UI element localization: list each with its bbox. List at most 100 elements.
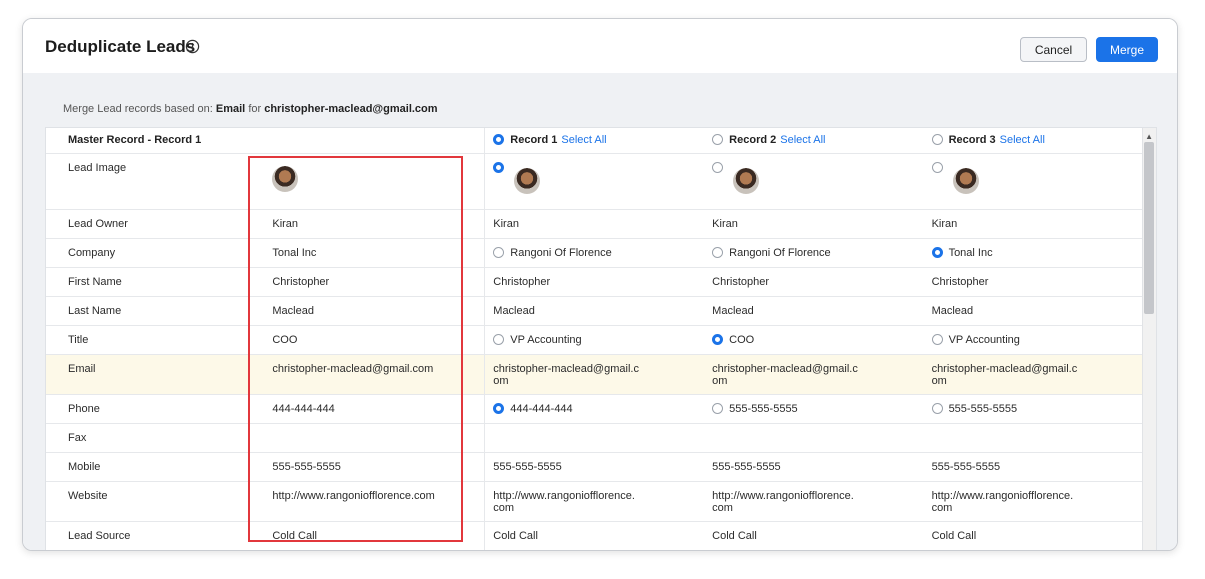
record-1-value: Kiran (484, 209, 705, 239)
record-value-text: 555-555-5555 (493, 460, 562, 473)
record-value-text: COO (729, 333, 755, 346)
cancel-button[interactable]: Cancel (1020, 37, 1087, 62)
scroll-thumb[interactable] (1144, 142, 1154, 314)
record-3-value[interactable]: Tonal Inc (923, 238, 1143, 268)
table-row: Mobile 555-555-5555 555-555-5555 555-555-55… (46, 452, 1143, 482)
table-row: Last Name Maclead Maclead Maclead Maclead (46, 296, 1143, 326)
field-label: Lead Owner (46, 209, 247, 239)
record-value-text: 555-555-5555 (712, 460, 781, 473)
master-value: http://www.rangoniofflorence.com (246, 481, 485, 522)
merge-criteria: Merge Lead records based on: Email for c… (63, 103, 438, 115)
record-2-value[interactable]: 555-555-5555 (704, 394, 924, 424)
deduplicate-dialog: Deduplicate Leads Cancel Merge Merge Lea… (22, 18, 1178, 551)
record-value-text: Rangoni Of Florence (729, 246, 831, 259)
record-value-text: Kiran (931, 217, 958, 230)
record-3-value: Cold Call (923, 521, 1143, 550)
record-1-value-radio[interactable] (493, 402, 505, 414)
record-2-value[interactable] (704, 153, 924, 210)
record-3-value: Kiran (923, 209, 1143, 239)
merge-button[interactable]: Merge (1096, 37, 1158, 62)
record-1-value-radio[interactable] (493, 333, 505, 345)
record-2-value-radio[interactable] (712, 333, 724, 345)
record-value-text: Maclead (712, 304, 754, 317)
record-3-radio[interactable] (931, 134, 943, 145)
record-3-label: Record 3 (948, 134, 996, 146)
record-1-image-radio[interactable] (493, 161, 505, 173)
record-3-value-radio[interactable] (931, 246, 943, 258)
record-1-value[interactable]: 444-444-444 (484, 394, 705, 424)
record-3-value-radio[interactable] (931, 333, 943, 345)
master-value: 444-444-444 (246, 394, 485, 424)
record-value-text: VP Accounting (510, 333, 582, 346)
record-1-value[interactable]: Rangoni Of Florence (484, 238, 705, 268)
table-row: Email christopher-maclead@gmail.com christ… (46, 354, 1143, 395)
vertical-scrollbar[interactable]: ▲ (1142, 128, 1156, 550)
info-icon[interactable] (185, 39, 200, 54)
record-2-value: http://www.rangoniofflorence. com (704, 481, 924, 522)
table-row: Lead Source Cold Call Cold Call Cold Call Co… (46, 521, 1143, 550)
record-1-value: Christopher (484, 267, 705, 297)
scroll-up-icon[interactable]: ▲ (1145, 132, 1153, 141)
merge-criteria-field: Email (215, 103, 246, 115)
record-1-value: Maclead (484, 296, 705, 326)
dialog-body: Merge Lead records based on: Email for c… (23, 73, 1177, 550)
merge-criteria-prefix: Merge Lead records based on: (63, 103, 213, 115)
record-3-select-all[interactable]: Select All (1000, 134, 1045, 146)
record-2-value: Cold Call (704, 521, 924, 550)
record-1-header: Record 1 Select All (484, 128, 705, 154)
master-value-header (246, 128, 485, 154)
record-value-text: Christopher (712, 275, 770, 288)
record-3-value: http://www.rangoniofflorence. com (923, 481, 1143, 522)
avatar (952, 167, 979, 194)
record-3-value[interactable]: VP Accounting (923, 325, 1143, 355)
record-3-value (923, 423, 1143, 453)
record-1-radio[interactable] (493, 134, 505, 145)
record-value-text: http://www.rangoniofflorence. com (712, 489, 854, 514)
record-2-value[interactable]: COO (704, 325, 924, 355)
record-value-text: 555-555-5555 (931, 460, 1001, 473)
record-2-value: Maclead (704, 296, 924, 326)
record-1-select-all[interactable]: Select All (561, 134, 606, 146)
avatar (733, 167, 760, 194)
record-3-value-radio[interactable] (931, 402, 943, 414)
master-value: Christopher (246, 267, 485, 297)
merge-criteria-value: christopher-maclead@gmail.com (264, 103, 438, 115)
record-1-value[interactable]: VP Accounting (484, 325, 705, 355)
record-value-text: Cold Call (712, 529, 757, 542)
record-2-value[interactable]: Rangoni Of Florence (704, 238, 924, 268)
record-3-value[interactable]: 555-555-5555 (923, 394, 1143, 424)
avatar (514, 167, 541, 194)
master-value: 555-555-5555 (246, 452, 485, 482)
record-2-radio[interactable] (712, 134, 724, 145)
master-value: COO (246, 325, 485, 355)
table-row: Lead Owner Kiran Kiran Kiran Kiran (46, 209, 1143, 239)
record-value-text: Cold Call (931, 529, 977, 542)
record-value-text: Kiran (493, 217, 519, 230)
record-3-value[interactable] (923, 153, 1143, 210)
record-2-value-radio[interactable] (712, 246, 724, 258)
record-2-select-all[interactable]: Select All (780, 134, 825, 146)
table-row: Website http://www.rangoniofflorence.com h… (46, 481, 1143, 522)
record-value-text: http://www.rangoniofflorence. com (493, 489, 635, 514)
field-label: Fax (46, 423, 247, 453)
record-3-image-radio[interactable] (931, 161, 943, 173)
record-1-value-radio[interactable] (493, 246, 505, 258)
field-label: Website (46, 481, 247, 522)
record-2-header: Record 2 Select All (704, 128, 924, 154)
record-1-value: 555-555-5555 (484, 452, 705, 482)
master-record-label: Master Record - Record 1 (68, 134, 202, 146)
table-row: Title COO VP Accounting COO VP Accounting (46, 325, 1143, 355)
record-value-text: Christopher (931, 275, 989, 288)
record-2-value-radio[interactable] (712, 402, 724, 414)
record-2-image-radio[interactable] (712, 161, 724, 173)
record-1-value[interactable] (484, 153, 705, 210)
record-3-value: christopher-maclead@gmail.c om (923, 354, 1143, 395)
table-header-row: Master Record - Record 1 Record 1 Select … (46, 128, 1143, 154)
field-label: Mobile (46, 452, 247, 482)
master-value: Cold Call (246, 521, 485, 550)
field-label: Lead Source (46, 521, 247, 550)
merge-table: Master Record - Record 1 Record 1 Select … (46, 128, 1143, 550)
table-row: Lead Image (46, 153, 1143, 210)
record-value-text: christopher-maclead@gmail.c om (712, 362, 858, 387)
avatar (272, 165, 299, 192)
